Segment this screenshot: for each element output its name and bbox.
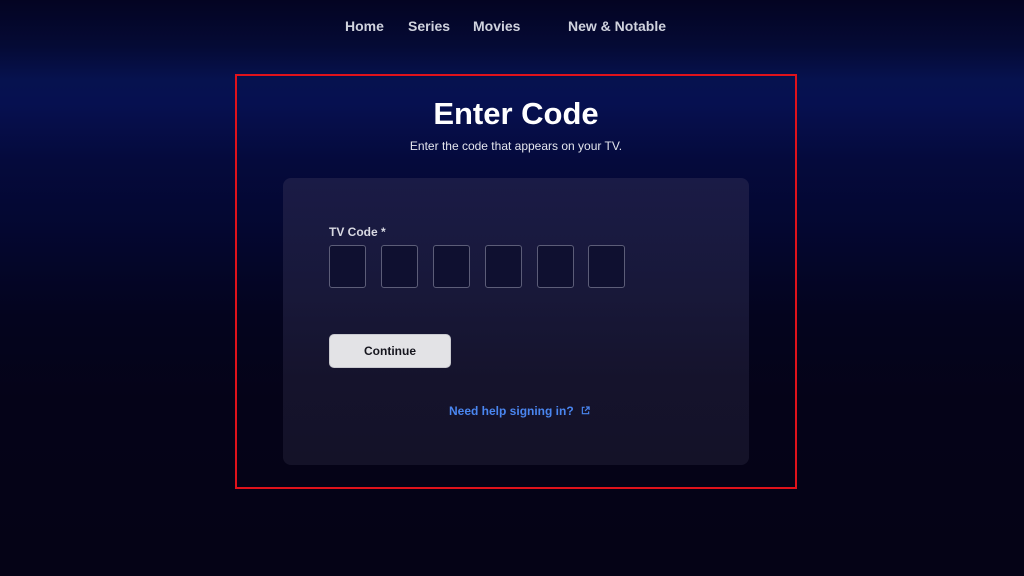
continue-button[interactable]: Continue (329, 334, 451, 368)
code-digit-6[interactable] (588, 245, 625, 288)
code-digit-4[interactable] (485, 245, 522, 288)
external-link-icon (581, 406, 590, 415)
code-digit-5[interactable] (537, 245, 574, 288)
code-entry-card (283, 178, 749, 465)
nav-series[interactable]: Series (408, 17, 450, 35)
nav-new-and-notable[interactable]: New & Notable (568, 17, 666, 35)
page-subtitle: Enter the code that appears on your TV. (409, 139, 623, 153)
tv-code-label: TV Code * (329, 225, 386, 239)
code-digit-2[interactable] (381, 245, 418, 288)
nav-movies[interactable]: Movies (473, 17, 520, 35)
help-signing-in-link[interactable]: Need help signing in? (449, 404, 590, 418)
code-digit-3[interactable] (433, 245, 470, 288)
code-digit-1[interactable] (329, 245, 366, 288)
help-link-label: Need help signing in? (449, 404, 574, 418)
page-title: Enter Code (433, 96, 599, 131)
nav-home[interactable]: Home (345, 17, 384, 35)
top-navigation: Home Series Movies New & Notable (0, 17, 1024, 35)
